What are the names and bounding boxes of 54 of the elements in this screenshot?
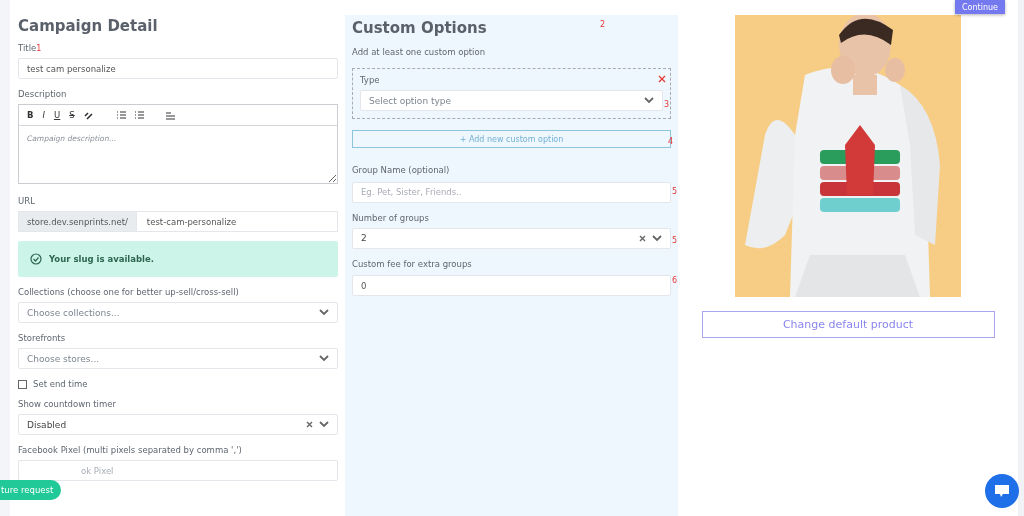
field-label: Show countdown timer: [18, 399, 117, 409]
ordered-list-icon[interactable]: [116, 111, 126, 119]
chat-icon: [994, 484, 1010, 498]
field-label: Description: [18, 89, 68, 99]
chat-button[interactable]: [985, 474, 1019, 508]
field-label: Collections (choose one for better up-sell/cross-sell): [18, 287, 240, 297]
marker-number: 5: [671, 187, 677, 196]
storefronts-select[interactable]: Choose stores...: [18, 348, 338, 369]
field-label: Custom fee for extra groups: [352, 258, 473, 269]
marker-number: 3: [663, 100, 669, 109]
chevron-down-icon: [319, 421, 329, 428]
chevron-down-icon: [319, 309, 329, 316]
format-button[interactable]: B: [27, 110, 34, 120]
field-label: URL: [18, 196, 36, 206]
facebook-pixel-field[interactable]: ok Pixel: [18, 460, 338, 481]
title-field[interactable]: test cam personalize: [18, 58, 338, 79]
format-button[interactable]: U: [54, 110, 61, 120]
field-label: Storefronts: [18, 333, 67, 343]
field-label: Type: [360, 75, 380, 85]
url-field[interactable]: test-cam-personalize: [135, 211, 338, 232]
groups-select[interactable]: 2: [352, 227, 671, 249]
custom-fee-field[interactable]: 0: [352, 275, 671, 296]
group-name-field[interactable]: Eg. Pet, Sister, Friends..: [352, 181, 671, 203]
chevron-down-icon: [644, 97, 654, 104]
clear-icon[interactable]: [306, 421, 313, 428]
alert-text: Your slug is available.: [49, 254, 154, 264]
align-icon[interactable]: [165, 110, 175, 120]
section-heading: Custom Options: [352, 19, 487, 39]
marker-number: 5: [671, 235, 677, 245]
clear-icon[interactable]: [639, 234, 646, 242]
countdown-select[interactable]: Disabled: [18, 414, 338, 435]
field-label: Group Name (optional): [352, 165, 451, 175]
collections-select[interactable]: Choose collections...: [18, 302, 338, 323]
marker-number: 6: [671, 275, 677, 285]
hint-text: Add at least one custom option: [352, 47, 487, 57]
chevron-down-icon: [652, 234, 662, 242]
format-button[interactable]: S: [69, 110, 75, 120]
continue-button[interactable]: Continue: [955, 0, 1005, 14]
marker-number: 2: [600, 20, 606, 29]
marker-number: 4: [667, 137, 673, 146]
url-prefix: store.dev.senprints.net/: [18, 211, 136, 232]
section-heading: Campaign Detail: [18, 17, 159, 37]
field-label: Number of groups: [352, 212, 430, 223]
field-label: Title1: [18, 43, 43, 53]
chevron-down-icon: [319, 355, 329, 362]
checkbox-label: Set end time: [33, 379, 88, 389]
field-label: Facebook Pixel (multi pixels separated by comma ','): [18, 445, 243, 455]
close-icon[interactable]: [658, 75, 666, 83]
option-type-select[interactable]: Select option type: [360, 90, 663, 111]
link-icon[interactable]: [83, 110, 93, 120]
format-button[interactable]: I: [42, 110, 45, 120]
checkbox[interactable]: [18, 379, 27, 389]
bullet-list-icon[interactable]: [134, 111, 144, 119]
check-circle-icon: [30, 253, 42, 265]
